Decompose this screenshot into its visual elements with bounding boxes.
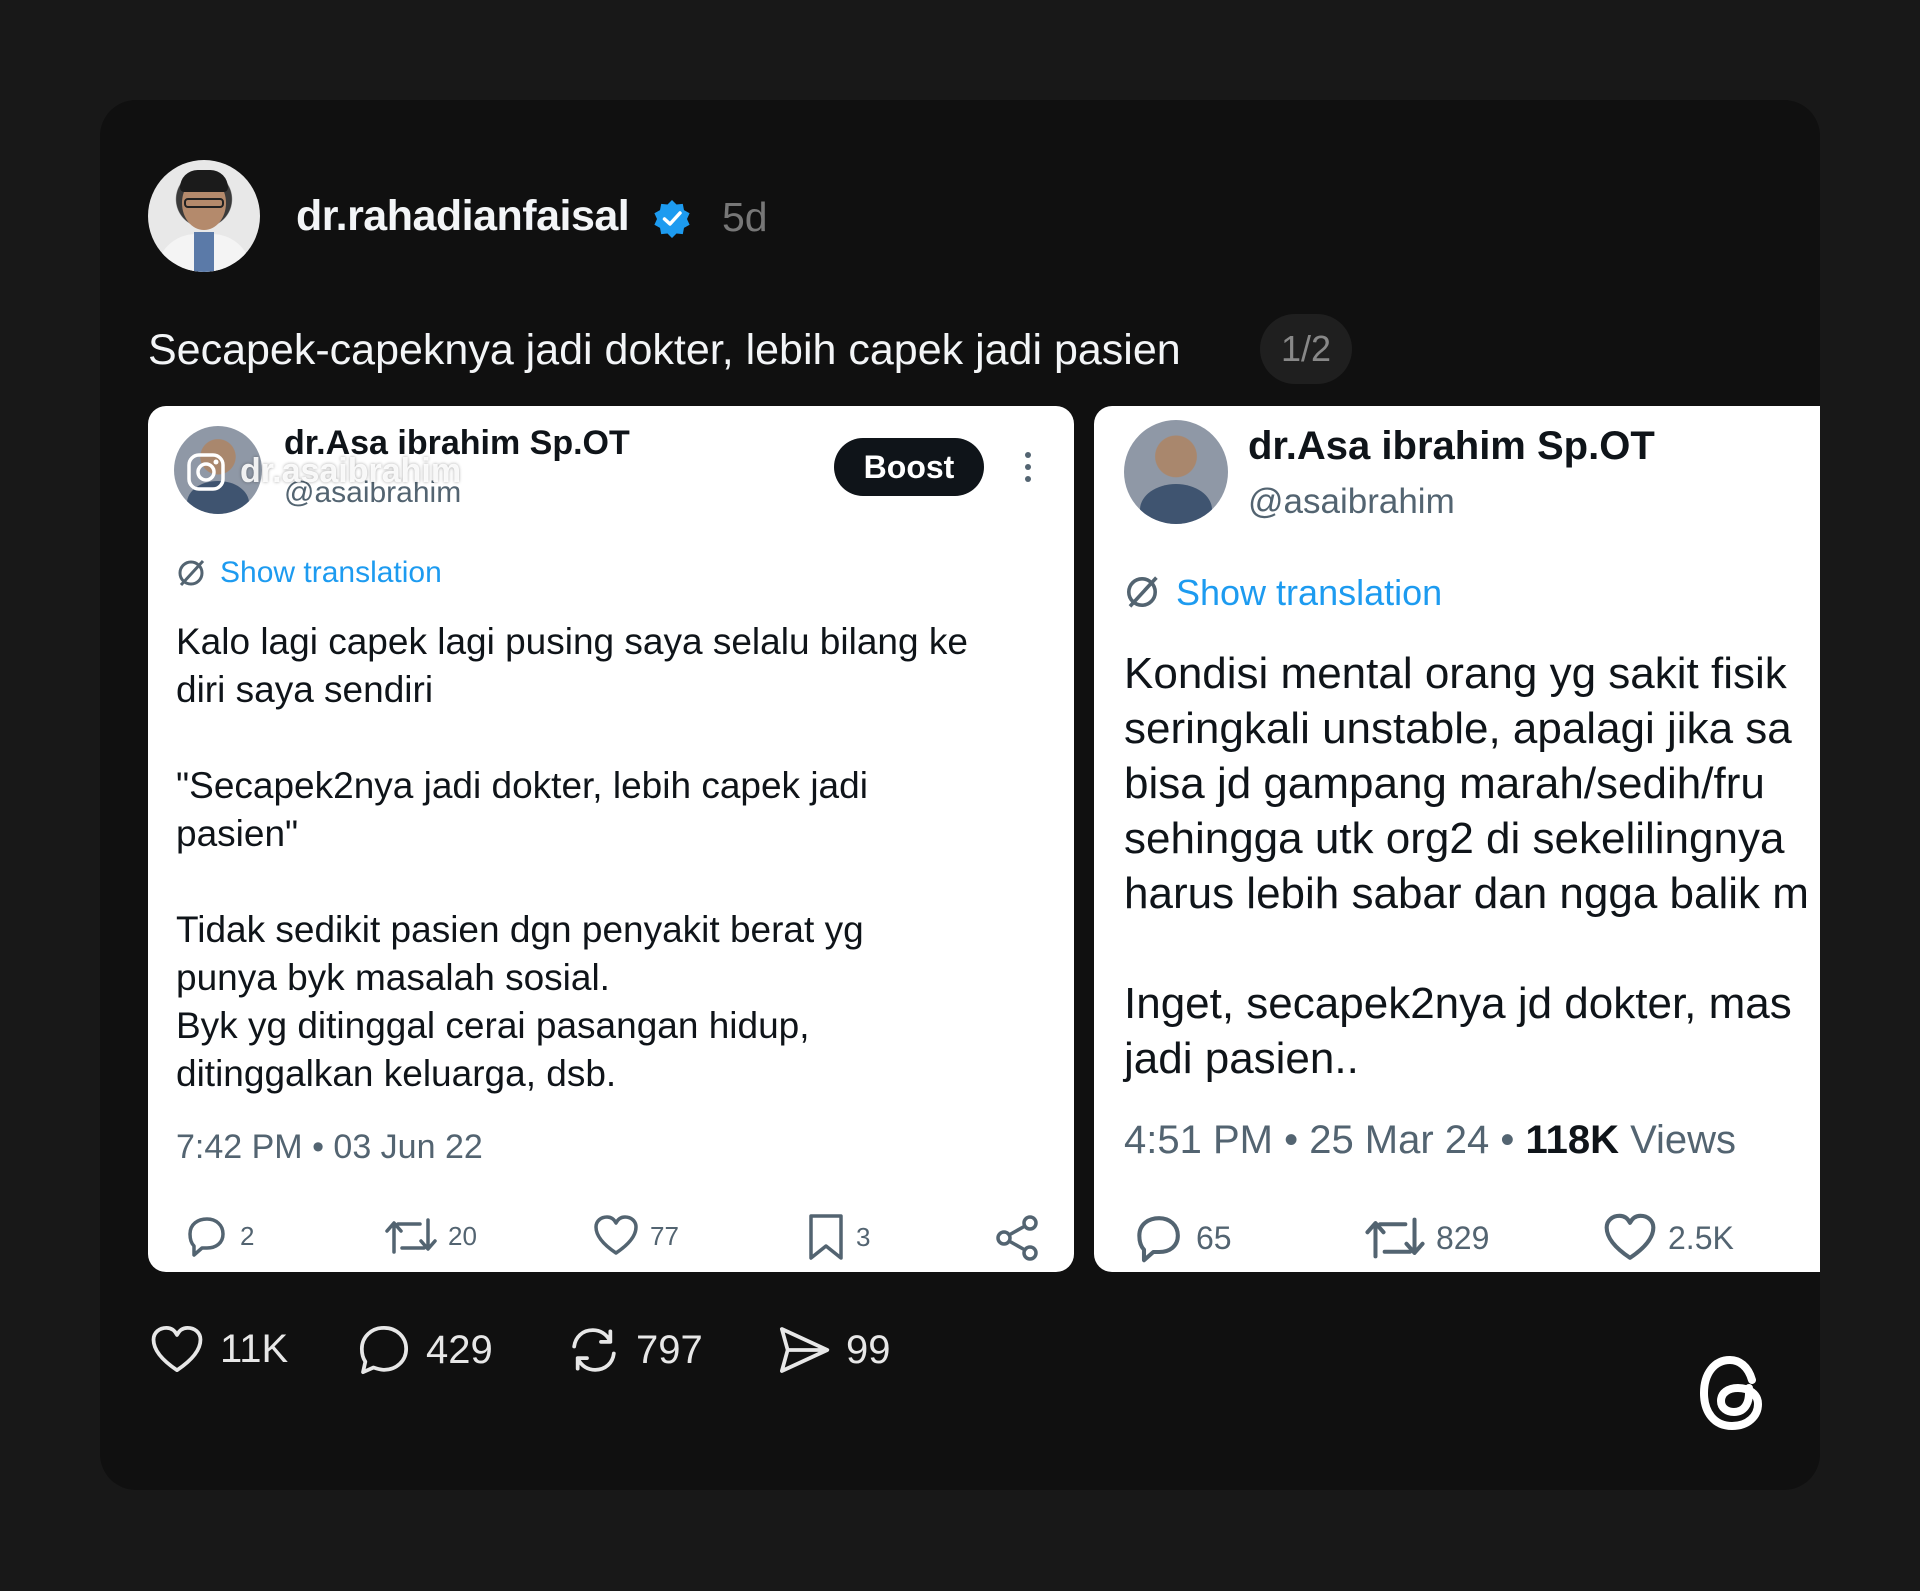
show-translation-link: Show translation	[220, 556, 442, 589]
reply-icon	[188, 1217, 225, 1257]
tweet-text: Kalo lagi capek lagi pusing saya selalu …	[176, 621, 968, 1094]
send-icon	[779, 1327, 830, 1373]
retweet-icon	[1365, 1217, 1425, 1259]
like-button[interactable]: 11K	[148, 1322, 288, 1376]
tweet-author-avatar	[1124, 420, 1228, 524]
post-timestamp: 5d	[722, 194, 768, 240]
tweet-timestamp: 7:42 PM • 03 Jun 22	[176, 1128, 483, 1166]
tweet-retweet-count: 20	[384, 1212, 477, 1260]
instagram-icon	[187, 453, 225, 491]
more-options-icon	[1025, 452, 1031, 482]
reply-icon	[1137, 1216, 1180, 1263]
comment-count: 429	[426, 1327, 493, 1372]
tweet-like-count: 77	[592, 1212, 679, 1260]
heart-icon	[594, 1215, 638, 1255]
verified-badge-icon	[654, 200, 690, 238]
author-avatar[interactable]	[148, 160, 260, 272]
tweet-like-count: 2.5K	[1602, 1210, 1734, 1266]
tweet-reply-count: 2	[182, 1212, 254, 1260]
carousel-image-1[interactable]: dr.Asa ibrahim Sp.OT @asaibrahim dr.asai…	[148, 406, 1074, 1272]
threads-logo-icon	[1700, 1356, 1762, 1430]
tweet-author-handle: @asaibrahim	[1248, 482, 1455, 521]
retweet-icon	[385, 1218, 437, 1254]
translate-icon	[178, 559, 205, 587]
tweet-text: Kondisi mental orang yg sakit fisik seri…	[1124, 649, 1809, 1083]
like-count: 11K	[220, 1326, 289, 1371]
repost-icon	[572, 1328, 616, 1372]
share-icon	[996, 1215, 1038, 1261]
tweet-timestamp: 4:51 PM • 25 Mar 24 • 118K Views	[1124, 1118, 1737, 1162]
repost-button[interactable]: 797	[566, 1322, 703, 1378]
repost-count: 797	[636, 1327, 703, 1372]
tweet-retweet-count: 829	[1364, 1210, 1489, 1266]
carousel-image-2[interactable]: dr.Asa ibrahim Sp.OT @asaibrahim Show tr…	[1094, 406, 1820, 1272]
author-username[interactable]: dr.rahadianfaisal	[296, 192, 630, 241]
translate-icon	[1127, 576, 1158, 608]
carousel-pager: 1/2	[1260, 314, 1352, 384]
share-button[interactable]: 99	[776, 1322, 891, 1378]
tweet-bookmark-count: 3	[806, 1212, 870, 1262]
heart-icon	[151, 1325, 203, 1373]
tweet-reply-count: 65	[1130, 1210, 1232, 1266]
show-translation-link: Show translation	[1176, 572, 1443, 613]
share-count: 99	[846, 1327, 891, 1372]
comment-button[interactable]: 429	[356, 1322, 493, 1378]
instagram-watermark: dr.asaibrahim	[240, 452, 462, 490]
heart-icon	[1604, 1213, 1656, 1260]
bookmark-icon	[809, 1214, 843, 1260]
tweet-author-name: dr.Asa ibrahim Sp.OT	[1248, 424, 1655, 468]
boost-button: Boost	[834, 438, 984, 496]
comment-icon	[359, 1325, 409, 1375]
post-caption: Secapek-capeknya jadi dokter, lebih cape…	[148, 326, 1181, 374]
threads-post-card: dr.rahadianfaisal 5d Secapek-capeknya ja…	[100, 100, 1820, 1490]
